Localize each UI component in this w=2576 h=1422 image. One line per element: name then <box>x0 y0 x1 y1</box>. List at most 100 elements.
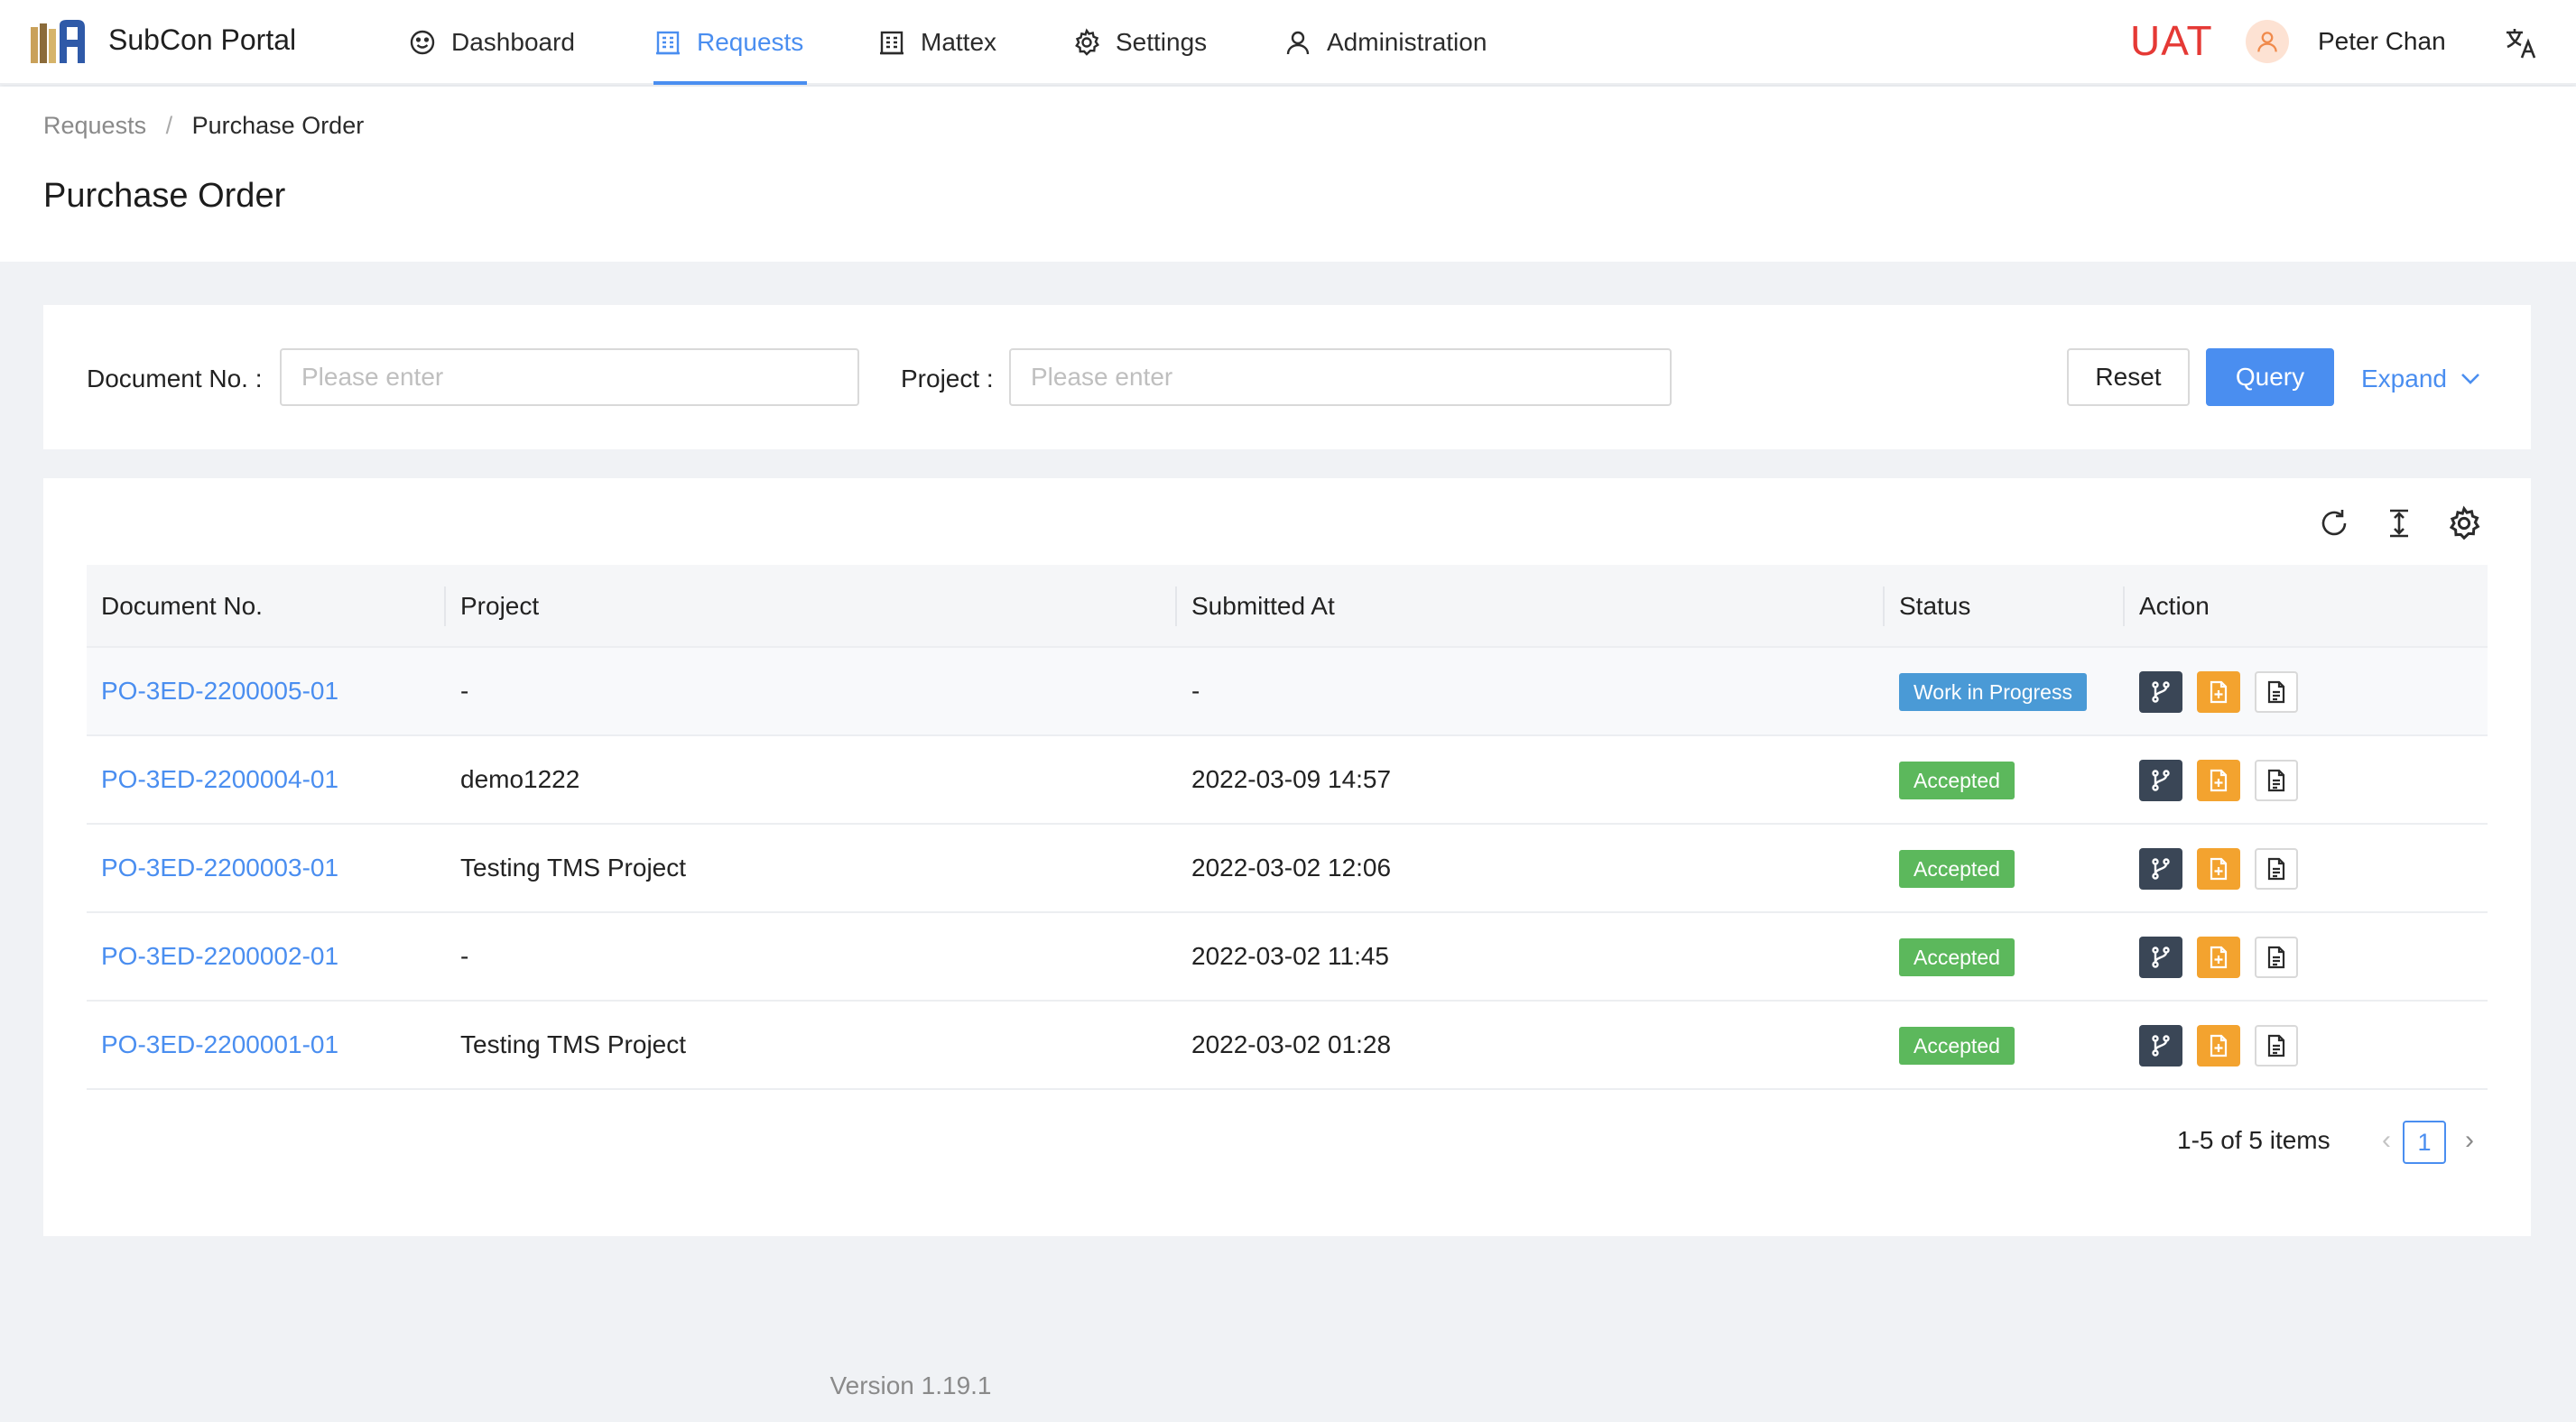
project-cell: demo1222 <box>460 765 580 793</box>
add-document-button[interactable] <box>2197 1025 2240 1066</box>
brand-name[interactable]: SubCon Portal <box>108 23 296 57</box>
version-text: Version 1.19.1 <box>829 1371 992 1399</box>
breadcrumb-current: Purchase Order <box>191 112 365 139</box>
column-header-submitted[interactable]: Submitted At <box>1191 565 1335 648</box>
column-divider <box>1883 586 1885 626</box>
workflow-button[interactable] <box>2139 848 2182 890</box>
expand-toggle[interactable]: Expand <box>2361 365 2483 393</box>
table-row: PO-3ED-2200004-01 demo1222 2022-03-09 14… <box>87 736 2488 825</box>
nav-label: Dashboard <box>451 28 575 56</box>
translate-icon[interactable] <box>2504 25 2540 61</box>
app-version: Version 1.19.1 <box>0 1371 2576 1400</box>
user-icon <box>2257 32 2277 52</box>
gear-icon[interactable] <box>2446 505 2482 541</box>
breadcrumb: Requests / Purchase Order <box>43 112 364 140</box>
pagination-next-button[interactable]: › <box>2453 1122 2486 1159</box>
add-document-button[interactable] <box>2197 848 2240 890</box>
document-no-label: Document No. : <box>87 365 263 392</box>
file-add-icon <box>2210 769 2228 792</box>
file-add-icon <box>2210 857 2228 881</box>
view-document-button[interactable] <box>2255 848 2298 890</box>
project-cell: Testing TMS Project <box>460 1030 687 1058</box>
user-name[interactable]: Peter Chan <box>2318 27 2446 56</box>
column-header-status[interactable]: Status <box>1899 565 1970 648</box>
refresh-icon[interactable] <box>2316 505 2352 541</box>
branch-icon <box>2152 770 2170 791</box>
breadcrumb-parent[interactable]: Requests <box>43 112 146 139</box>
table-header: Document No. Project Submitted At Status… <box>87 565 2488 648</box>
building-icon <box>656 31 680 55</box>
file-text-icon <box>2267 769 2285 792</box>
document-link[interactable]: PO-3ED-2200002-01 <box>101 913 338 1000</box>
status-badge: Accepted <box>1899 1027 2015 1065</box>
expand-label: Expand <box>2361 365 2447 392</box>
status-badge: Work in Progress <box>1899 673 2087 711</box>
view-document-button[interactable] <box>2255 671 2298 713</box>
nav-requests[interactable]: Requests <box>653 0 803 85</box>
document-link[interactable]: PO-3ED-2200001-01 <box>101 1002 338 1088</box>
submitted-cell: 2022-03-02 12:06 <box>1191 854 1392 882</box>
status-badge: Accepted <box>1899 762 2015 799</box>
column-divider <box>2123 586 2125 626</box>
add-document-button[interactable] <box>2197 937 2240 978</box>
view-document-button[interactable] <box>2255 1025 2298 1066</box>
nav-settings[interactable]: Settings <box>1072 0 1207 85</box>
workflow-button[interactable] <box>2139 671 2182 713</box>
row-density-icon[interactable] <box>2381 505 2417 541</box>
pagination-total: 1-5 of 5 items <box>2177 1126 2330 1154</box>
top-navigation-bar: SubCon Portal Dashboard Requests Mattex … <box>0 0 2576 85</box>
table-row: PO-3ED-2200002-01 - 2022-03-02 11:45 Acc… <box>87 913 2488 1002</box>
branch-icon <box>2152 858 2170 880</box>
nav-administration[interactable]: Administration <box>1283 0 1487 85</box>
smile-icon <box>410 30 435 55</box>
file-text-icon <box>2267 1034 2285 1057</box>
pagination-page-1[interactable]: 1 <box>2403 1121 2446 1164</box>
workflow-button[interactable] <box>2139 1025 2182 1066</box>
nav-mattex[interactable]: Mattex <box>877 0 996 85</box>
chevron-down-icon <box>2461 374 2479 384</box>
workflow-button[interactable] <box>2139 760 2182 801</box>
column-header-project[interactable]: Project <box>460 565 539 648</box>
view-document-button[interactable] <box>2255 760 2298 801</box>
nav-label: Administration <box>1327 28 1487 56</box>
table-row: PO-3ED-2200001-01 Testing TMS Project 20… <box>87 1002 2488 1090</box>
breadcrumb-separator: / <box>165 112 173 139</box>
file-text-icon <box>2267 857 2285 881</box>
app-logo[interactable] <box>29 18 87 67</box>
filter-panel: Document No. : Project : Reset Query Exp… <box>43 305 2531 449</box>
column-header-document[interactable]: Document No. <box>101 565 263 648</box>
nav-label: Settings <box>1116 28 1208 56</box>
branch-icon <box>2152 1035 2170 1057</box>
query-button[interactable]: Query <box>2206 348 2334 406</box>
column-header-action: Action <box>2139 592 2210 620</box>
nav-dashboard[interactable]: Dashboard <box>408 0 575 85</box>
document-link[interactable]: PO-3ED-2200005-01 <box>101 648 338 734</box>
table-panel: Document No. Project Submitted At Status… <box>43 478 2531 1236</box>
add-document-button[interactable] <box>2197 760 2240 801</box>
document-link[interactable]: PO-3ED-2200003-01 <box>101 825 338 911</box>
document-no-input[interactable] <box>280 348 859 406</box>
environment-badge: UAT <box>2130 17 2213 64</box>
nav-label: Mattex <box>921 28 997 56</box>
building-icon <box>880 31 903 55</box>
view-document-button[interactable] <box>2255 937 2298 978</box>
status-badge: Accepted <box>1899 850 2015 888</box>
project-label: Project : <box>901 365 994 392</box>
page-title: Purchase Order <box>43 177 286 215</box>
avatar[interactable] <box>2246 20 2289 63</box>
project-cell: - <box>460 677 469 705</box>
workflow-button[interactable] <box>2139 937 2182 978</box>
branch-icon <box>2152 681 2170 703</box>
column-divider <box>444 586 446 626</box>
pagination-prev-button[interactable]: ‹ <box>2370 1122 2403 1159</box>
reset-button[interactable]: Reset <box>2067 348 2190 406</box>
file-add-icon <box>2210 1034 2228 1057</box>
add-document-button[interactable] <box>2197 671 2240 713</box>
submitted-cell: - <box>1191 677 1200 705</box>
project-input[interactable] <box>1009 348 1672 406</box>
document-link[interactable]: PO-3ED-2200004-01 <box>101 736 338 823</box>
user-icon <box>1286 31 1310 55</box>
submitted-cell: 2022-03-02 11:45 <box>1191 942 1389 970</box>
nav-label: Requests <box>697 28 804 56</box>
submitted-cell: 2022-03-02 01:28 <box>1191 1030 1392 1058</box>
